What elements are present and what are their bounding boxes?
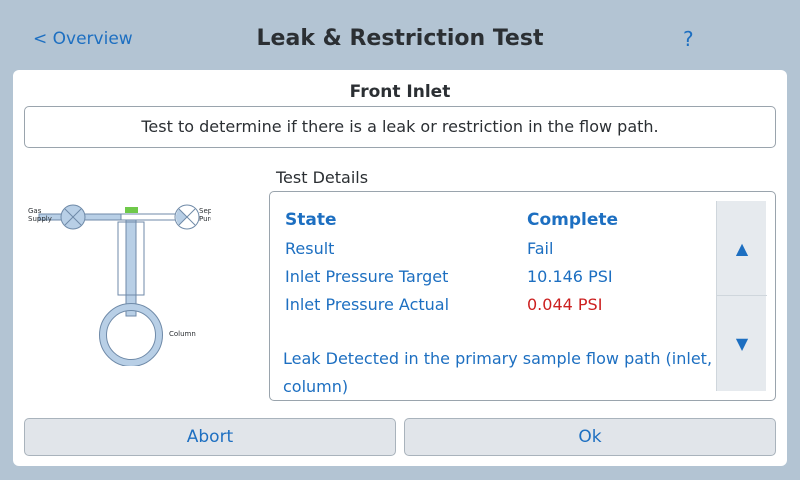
detail-name: Inlet Pressure Actual (285, 295, 450, 314)
gas-supply-label: Gas Supply (28, 207, 52, 223)
green-indicator-icon (125, 207, 138, 213)
detail-value-alert: 0.044 PSI (527, 295, 603, 314)
scroll-down-button[interactable]: ▼ (717, 296, 767, 391)
detail-row-pressure-actual: Inlet Pressure Actual 0.044 PSI (285, 295, 602, 314)
detail-row-state: State Complete (285, 210, 618, 230)
top-bar: < Overview Leak & Restriction Test ? (0, 0, 800, 70)
flow-path-diagram: Gas Supply Septum Purge Column (28, 204, 211, 366)
section-title: Front Inlet (349, 82, 451, 102)
test-panel: Front Inlet Test to determine if there i… (13, 70, 787, 466)
inlet-liner (125, 221, 137, 296)
scroll-up-button[interactable]: ▲ (717, 201, 767, 296)
septum-purge-label: Septum Purge (199, 207, 211, 223)
ok-button[interactable]: Ok (404, 418, 776, 456)
triangle-down-icon: ▼ (735, 334, 749, 353)
test-details-box: State Complete Result Fail Inlet Pressur… (269, 191, 776, 401)
septum-purge-valve-icon (174, 204, 200, 230)
abort-button[interactable]: Abort (24, 418, 396, 456)
scroll-controls: ▲ ▼ (716, 201, 767, 391)
detail-value: Fail (527, 239, 554, 258)
test-details-label: Test Details (276, 168, 369, 187)
detail-row-pressure-target: Inlet Pressure Target 10.146 PSI (285, 267, 613, 286)
detail-name: Result (285, 239, 335, 258)
detail-value: 10.146 PSI (527, 267, 613, 286)
detail-name: Inlet Pressure Target (285, 267, 449, 286)
page-title: Leak & Restriction Test (256, 26, 544, 51)
detail-value: Complete (527, 210, 619, 230)
help-icon[interactable]: ? (683, 27, 694, 51)
leak-message: Leak Detected in the primary sample flow… (283, 349, 713, 396)
detail-row-result: Result Fail (285, 239, 553, 258)
column-label: Column (169, 330, 196, 338)
gas-supply-valve-icon (60, 204, 86, 230)
description-text: Test to determine if there is a leak or … (141, 117, 659, 136)
description-box: Test to determine if there is a leak or … (24, 106, 776, 148)
detail-name: State (285, 210, 337, 230)
triangle-up-icon: ▲ (735, 238, 749, 258)
